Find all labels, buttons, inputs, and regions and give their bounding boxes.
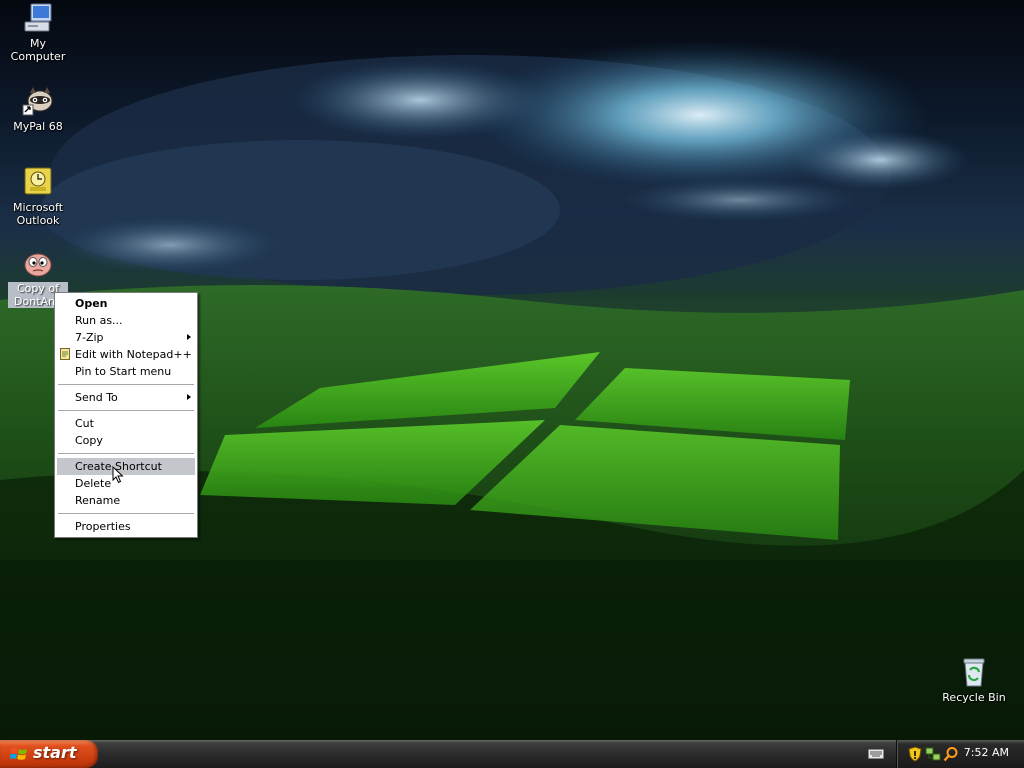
menu-separator (58, 513, 194, 514)
desktop-icon-outlook[interactable]: Microsoft Outlook (0, 166, 76, 227)
submenu-arrow-icon (187, 394, 191, 400)
menu-item-edit-notepad[interactable]: Edit with Notepad++ (57, 346, 195, 363)
notepad-icon (60, 348, 71, 360)
start-label: start (33, 743, 77, 762)
submenu-arrow-icon (187, 334, 191, 340)
computer-icon (22, 2, 54, 34)
outlook-icon (22, 166, 54, 198)
desktop-icon-label: Microsoft Outlook (12, 201, 64, 227)
search-icon[interactable] (943, 746, 959, 762)
menu-item-cut[interactable]: Cut (57, 415, 195, 432)
menu-item-properties[interactable]: Properties (57, 518, 195, 535)
menu-item-create-shortcut[interactable]: Create Shortcut (57, 458, 195, 475)
dontang-icon (22, 247, 54, 279)
menu-separator (58, 410, 194, 411)
raccoon-browser-icon (22, 85, 54, 117)
desktop-icon-label: Recycle Bin (942, 691, 1006, 704)
network-icon[interactable] (925, 746, 941, 762)
menu-separator (58, 453, 194, 454)
system-tray: 7:52 AM (896, 740, 1024, 768)
menu-item-copy[interactable]: Copy (57, 432, 195, 449)
menu-item-run-as[interactable]: Run as... (57, 312, 195, 329)
desktop-icon-label: My Computer (10, 37, 66, 63)
context-menu: Open Run as... 7-Zip Edit with Notepad++… (54, 292, 198, 538)
menu-item-rename[interactable]: Rename (57, 492, 195, 509)
recycle-bin-icon (958, 656, 990, 688)
menu-item-label: 7-Zip (75, 331, 104, 344)
start-button[interactable]: start (0, 740, 98, 768)
taskbar: start 7:52 AM (0, 740, 1024, 768)
menu-separator (58, 384, 194, 385)
security-shield-icon[interactable] (907, 746, 923, 762)
menu-item-pin-start[interactable]: Pin to Start menu (57, 363, 195, 380)
windows-flag-icon (10, 746, 28, 762)
clock[interactable]: 7:52 AM (964, 746, 1009, 759)
menu-item-delete[interactable]: Delete (57, 475, 195, 492)
menu-item-label: Edit with Notepad++ (75, 348, 192, 361)
menu-item-send-to[interactable]: Send To (57, 389, 195, 406)
menu-item-label: Send To (75, 391, 118, 404)
mouse-cursor-icon (112, 465, 124, 487)
desktop-icon-my-computer[interactable]: My Computer (0, 2, 76, 63)
menu-item-open[interactable]: Open (57, 295, 195, 312)
desktop-icon-mypal[interactable]: MyPal 68 (0, 85, 76, 133)
desktop-icon-recycle-bin[interactable]: Recycle Bin (936, 656, 1012, 704)
menu-item-7zip[interactable]: 7-Zip (57, 329, 195, 346)
desktop-icon-label: MyPal 68 (13, 120, 63, 133)
keyboard-language-icon[interactable] (868, 748, 884, 760)
